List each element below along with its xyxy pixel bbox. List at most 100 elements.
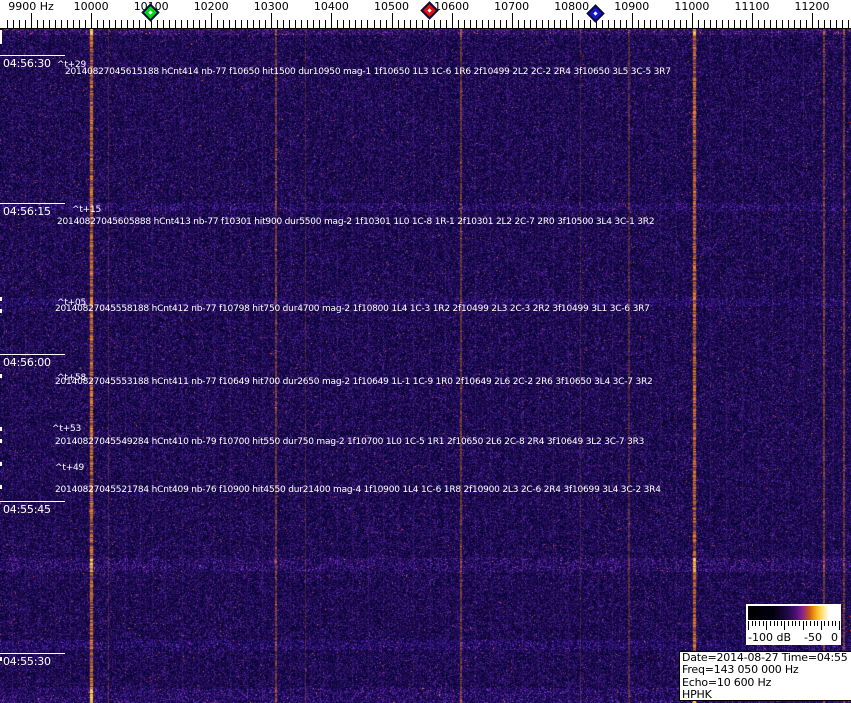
ruler-minor-tick: [289, 20, 291, 28]
ruler-minor-tick: [541, 20, 543, 28]
legend-tick: [780, 621, 782, 626]
ruler-minor-tick: [337, 20, 339, 28]
ruler-minor-tick: [7, 20, 8, 28]
ruler-frequency-label: 11000: [674, 0, 710, 13]
ruler-minor-tick: [613, 20, 615, 28]
edge-tick-mark: [0, 30, 2, 44]
ruler-minor-tick: [589, 20, 591, 28]
ruler-minor-tick: [481, 20, 483, 28]
color-scale-legend: -100 dB -50 0: [746, 604, 841, 645]
legend-tick: [751, 621, 753, 626]
edge-tick-mark: [0, 439, 2, 443]
ruler-minor-tick: [241, 20, 243, 28]
ruler-major-tick: [752, 13, 753, 28]
ruler-minor-tick: [133, 20, 135, 28]
ruler-minor-tick: [139, 20, 141, 28]
ruler-frequency-label: 10900: [614, 0, 650, 13]
ruler-minor-tick: [313, 20, 315, 28]
ruler-minor-tick: [806, 20, 807, 28]
ruler-major-tick: [271, 13, 273, 28]
ruler-minor-tick: [445, 20, 447, 28]
event-detection-text: 20140827045615188 hCnt414 nb-77 f10650 h…: [65, 67, 671, 77]
ruler-minor-tick: [67, 20, 68, 28]
ruler-minor-tick: [307, 20, 309, 28]
spectrogram-app: 9900 Hz100001010010200103001040010500106…: [0, 0, 851, 703]
time-label-text: 04:56:15: [3, 205, 51, 218]
edge-tick-mark: [0, 309, 2, 313]
ruler-major-tick: [391, 13, 393, 28]
frequency-ruler[interactable]: 9900 Hz100001010010200103001040010500106…: [0, 0, 851, 29]
ruler-minor-tick: [13, 20, 14, 28]
ruler-major-tick: [812, 13, 813, 28]
ruler-minor-tick: [49, 20, 50, 28]
ruler-minor-tick: [679, 20, 681, 28]
legend-tick: [806, 621, 808, 626]
ruler-minor-tick: [109, 20, 111, 28]
ruler-frequency-label: 10200: [193, 0, 229, 13]
event-detection-text: 20140827045521784 hCnt409 nb-76 f10900 h…: [55, 485, 661, 495]
ruler-minor-tick: [673, 20, 675, 28]
legend-tick: [824, 621, 826, 626]
ruler-frequency-label: 11100: [734, 0, 770, 13]
ruler-minor-tick: [343, 20, 345, 28]
ruler-minor-tick: [19, 20, 20, 28]
ruler-minor-tick: [205, 20, 207, 28]
ruler-minor-tick: [187, 20, 189, 28]
ruler-minor-tick: [758, 20, 759, 28]
ruler-minor-tick: [433, 20, 435, 28]
ruler-minor-tick: [776, 20, 777, 28]
edge-tick-mark: [0, 485, 2, 489]
ruler-frequency-label: 10500: [374, 0, 409, 13]
ruler-minor-tick: [379, 20, 381, 28]
ruler-minor-tick: [421, 20, 423, 28]
ruler-minor-tick: [439, 20, 441, 28]
ruler-minor-tick: [824, 20, 826, 28]
ruler-minor-tick: [842, 20, 844, 28]
event-detection-text: 20140827045549284 hCnt410 nb-79 f10700 h…: [55, 437, 645, 447]
event-detection-text: 20140827045605888 hCnt413 nb-77 f10301 h…: [57, 217, 655, 227]
legend-tick: [828, 621, 830, 626]
ruler-minor-tick: [163, 20, 165, 28]
time-label-text: 04:56:30: [3, 57, 51, 70]
ruler-minor-tick: [643, 20, 645, 28]
ruler-minor-tick: [25, 20, 26, 28]
time-label-text: 04:55:45: [3, 503, 51, 516]
legend-tick: [769, 621, 771, 626]
ruler-minor-tick: [199, 20, 201, 28]
time-label: 04:55:45: [0, 501, 65, 516]
ruler-minor-tick: [794, 20, 795, 28]
ruler-minor-tick: [577, 20, 579, 28]
ruler-minor-tick: [727, 20, 729, 28]
legend-tick: [766, 621, 768, 630]
time-label: 04:56:00: [0, 354, 65, 369]
ruler-minor-tick: [265, 20, 267, 28]
ruler-minor-tick: [818, 20, 819, 28]
ruler-minor-tick: [277, 20, 279, 28]
ruler-minor-tick: [325, 20, 327, 28]
edge-tick-mark: [0, 374, 2, 378]
edge-tick-mark: [0, 657, 2, 661]
edge-tick-mark: [0, 462, 2, 466]
ruler-minor-tick: [709, 20, 711, 28]
ruler-minor-tick: [553, 20, 555, 28]
ruler-minor-tick: [115, 20, 117, 28]
ruler-minor-tick: [565, 20, 567, 28]
waterfall-display[interactable]: [0, 28, 851, 703]
ruler-minor-tick: [529, 20, 531, 28]
ruler-minor-tick: [283, 20, 285, 28]
ruler-minor-tick: [301, 20, 303, 28]
ruler-minor-tick: [319, 20, 321, 28]
ruler-minor-tick: [469, 20, 471, 28]
ruler-minor-tick: [830, 20, 832, 28]
ruler-minor-tick: [475, 20, 477, 28]
ruler-minor-tick: [782, 20, 783, 28]
ruler-minor-tick: [127, 20, 129, 28]
ruler-minor-tick: [55, 20, 56, 28]
ruler-minor-tick: [121, 20, 123, 28]
ruler-minor-tick: [836, 20, 838, 28]
ruler-minor-tick: [361, 20, 363, 28]
ruler-minor-tick: [385, 20, 387, 28]
ruler-minor-tick: [37, 20, 38, 28]
legend-tick: [762, 621, 764, 626]
ruler-major-tick: [631, 13, 633, 28]
